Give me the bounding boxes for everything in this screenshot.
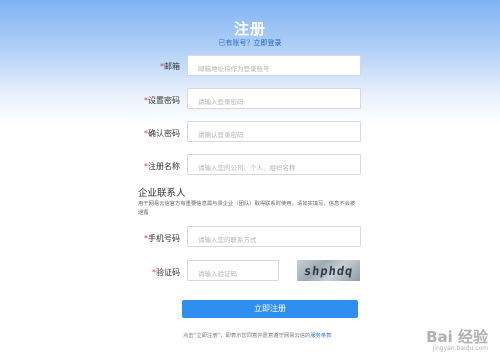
- password-label: *设置密码: [144, 96, 180, 105]
- agreement-text: 点击“立即注册”，即表示您同意并愿意遵守网易云信的服务条款: [183, 333, 332, 339]
- captcha-label: *验证码: [152, 268, 180, 277]
- email-input[interactable]: [188, 59, 360, 79]
- login-link[interactable]: 立即登录: [254, 39, 282, 47]
- register-name-input[interactable]: [188, 158, 360, 178]
- terms-link[interactable]: 服务条款: [310, 333, 331, 339]
- baidu-jingyan-watermark: Bai 经验 jingyan.baidu.com: [426, 329, 488, 353]
- phone-label: *手机号码: [144, 234, 180, 243]
- register-page: 注册 已有账号？立即登录 *邮箱 *设置密码 *确认密码 *注册名称 企业联系人…: [0, 0, 500, 355]
- password-field-box: [187, 88, 361, 112]
- contact-section-note: 用于网易云信官方有重要信息需与贵企业（团队）取得联系时使用，请如实填写，信息不会…: [138, 201, 356, 216]
- register-name-field-box: [187, 154, 361, 178]
- register-submit-button[interactable]: 立即注册: [182, 300, 358, 318]
- contact-section-title: 企业联系人: [138, 188, 186, 199]
- confirm-password-label: *确认密码: [144, 129, 180, 138]
- watermark-url: jingyan.baidu.com: [432, 345, 488, 352]
- password-input[interactable]: [188, 92, 360, 112]
- captcha-field-box: [187, 260, 279, 284]
- register-name-label: *注册名称: [144, 162, 180, 171]
- email-field-box: [187, 55, 361, 79]
- phone-input[interactable]: [188, 230, 360, 250]
- confirm-password-input[interactable]: [188, 125, 360, 145]
- captcha-text: shphdq: [302, 263, 355, 278]
- page-title: 注册: [233, 20, 266, 38]
- phone-field-box: [187, 226, 361, 250]
- login-prompt: 已有账号？立即登录: [0, 38, 500, 48]
- confirm-password-field-box: [187, 121, 361, 145]
- captcha-image[interactable]: shphdq: [297, 260, 360, 281]
- captcha-input[interactable]: [188, 264, 278, 284]
- email-label: *邮箱: [160, 62, 180, 71]
- watermark-brand: Bai 经验: [426, 328, 488, 346]
- have-account-text: 已有账号？: [218, 39, 254, 47]
